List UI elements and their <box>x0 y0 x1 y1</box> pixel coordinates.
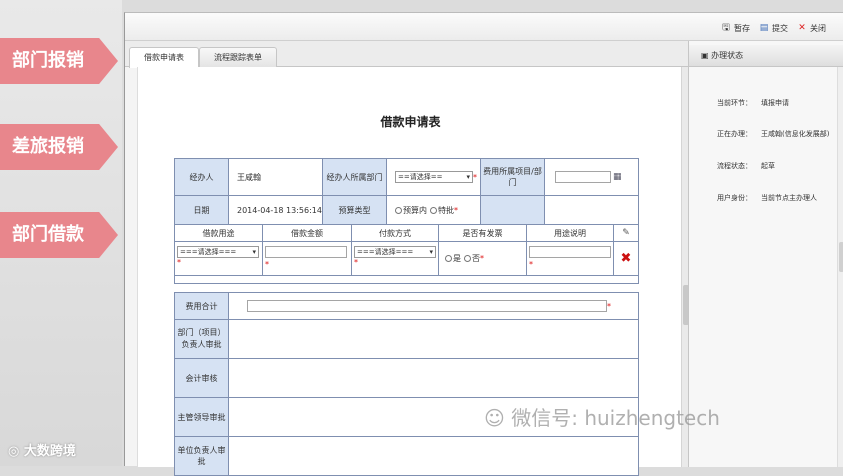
picker-icon[interactable]: ▦ <box>613 172 622 182</box>
logo-icon: ◎ <box>8 444 24 459</box>
dept-select[interactable]: ==请选择== <box>395 171 473 183</box>
budget-type-label: 预算类型 <box>322 195 387 225</box>
col-amount-header: 借款金额 <box>262 224 352 242</box>
add-row-icon[interactable]: ✎ <box>622 228 630 238</box>
approval-label-accounting: 会计审核 <box>174 358 229 398</box>
wechat-icon: ☺ <box>484 406 512 430</box>
arrow-label-dept-loan: 部门借款 <box>0 212 118 258</box>
form-title: 借款申请表 <box>380 115 441 129</box>
delete-row-icon[interactable]: ✖ <box>621 251 632 266</box>
project-cell: ▦ <box>544 158 639 196</box>
toolbar: 🖫 暂存 ▤ 提交 ✕ 关闭 <box>125 13 843 41</box>
delete-row-cell: ✖ <box>613 241 639 276</box>
project-input[interactable] <box>555 171 611 183</box>
budget-special-radio[interactable] <box>430 206 437 214</box>
approval-label-unit-head: 单位负责人审批 <box>174 436 229 476</box>
empty-label-cell <box>480 195 545 225</box>
col-invoice-header: 是否有发票 <box>438 224 527 242</box>
save-button[interactable]: 🖫 暂存 <box>721 21 750 35</box>
status-panel-icon: ▣ <box>701 51 712 60</box>
amount-input[interactable] <box>265 246 347 258</box>
close-button[interactable]: ✕ 关闭 <box>797 21 826 35</box>
approval-accounting-area[interactable] <box>228 358 639 398</box>
project-label: 费用所属项目/部门 <box>480 158 545 196</box>
empty-value-cell <box>544 195 639 225</box>
amount-cell: * <box>262 241 352 276</box>
tab-bar: 借款申请表 流程跟踪表单 <box>125 41 688 68</box>
approval-unit-head-area[interactable] <box>228 436 639 476</box>
left-decor-strip: 部门报销 差旅报销 部门借款 ◎ 大数跨境 <box>0 0 122 466</box>
payment-select[interactable]: ===请选择=== <box>354 246 436 258</box>
col-purpose-header: 借款用途 <box>174 224 263 242</box>
status-row-handling: 正在办理： 王咸翰(信息化发展部) <box>717 130 830 138</box>
submit-button[interactable]: ▤ 提交 <box>759 21 788 35</box>
desc-cell: * <box>526 241 614 276</box>
close-icon: ✕ <box>798 23 806 33</box>
add-row-cell: ✎ <box>613 224 639 242</box>
purpose-select[interactable]: ===请选择=== <box>177 246 259 258</box>
total-input[interactable] <box>247 300 607 312</box>
total-label: 费用合计 <box>174 292 229 320</box>
invoice-cell: 是 否 * <box>438 241 527 276</box>
handler-value: 王咸翰 <box>228 158 323 196</box>
invoice-no-radio[interactable] <box>464 255 471 262</box>
approval-label-dept: 部门（项目）负责人审批 <box>174 319 229 359</box>
date-value: 2014-04-18 13:56:14 <box>228 195 323 225</box>
payment-cell: ===请选择===* <box>351 241 439 276</box>
save-icon: 🖫 <box>722 23 730 33</box>
required-mark: * <box>473 172 477 182</box>
purpose-cell: ===请选择===* <box>174 241 263 276</box>
arrow-label-dept-expense: 部门报销 <box>0 38 118 84</box>
app-window: 🖫 暂存 ▤ 提交 ✕ 关闭 借款申请表 流程跟踪表单 借款申请表 经办人 王咸… <box>124 12 843 476</box>
invoice-yes-radio[interactable] <box>445 255 452 262</box>
approval-label-leader: 主管领导审批 <box>174 397 229 437</box>
col-payment-header: 付款方式 <box>351 224 439 242</box>
budget-in-radio[interactable] <box>395 206 402 214</box>
tab-process-tracking[interactable]: 流程跟踪表单 <box>199 47 277 67</box>
status-row-current-step: 当前环节： 填报申请 <box>717 99 789 107</box>
col-desc-header: 用途说明 <box>526 224 614 242</box>
approval-dept-area[interactable] <box>228 319 639 359</box>
watermark: ☺ 微信号: huizhengtech <box>484 406 720 430</box>
status-row-user-role: 用户身份： 当前节点主办理人 <box>717 194 817 202</box>
status-panel-scrollbar[interactable] <box>837 67 843 467</box>
arrow-label-travel-expense: 差旅报销 <box>0 124 118 170</box>
status-panel-header[interactable]: ▣ 办理状态 <box>689 45 843 67</box>
status-row-process-status: 流程状态： 起草 <box>717 162 775 170</box>
status-scroll-thumb[interactable] <box>839 242 843 272</box>
handler-label: 经办人 <box>174 158 229 196</box>
submit-icon: ▤ <box>759 23 769 33</box>
bottom-logo: ◎ 大数跨境 <box>8 444 76 459</box>
dept-cell: ==请选择==* <box>386 158 481 196</box>
tab-loan-form[interactable]: 借款申请表 <box>129 47 199 68</box>
budget-type-cell: 预算内 特批 * <box>386 195 481 225</box>
dept-label: 经办人所属部门 <box>322 158 387 196</box>
desc-input[interactable] <box>529 246 611 258</box>
total-cell: * <box>228 292 639 320</box>
date-label: 日期 <box>174 195 229 225</box>
